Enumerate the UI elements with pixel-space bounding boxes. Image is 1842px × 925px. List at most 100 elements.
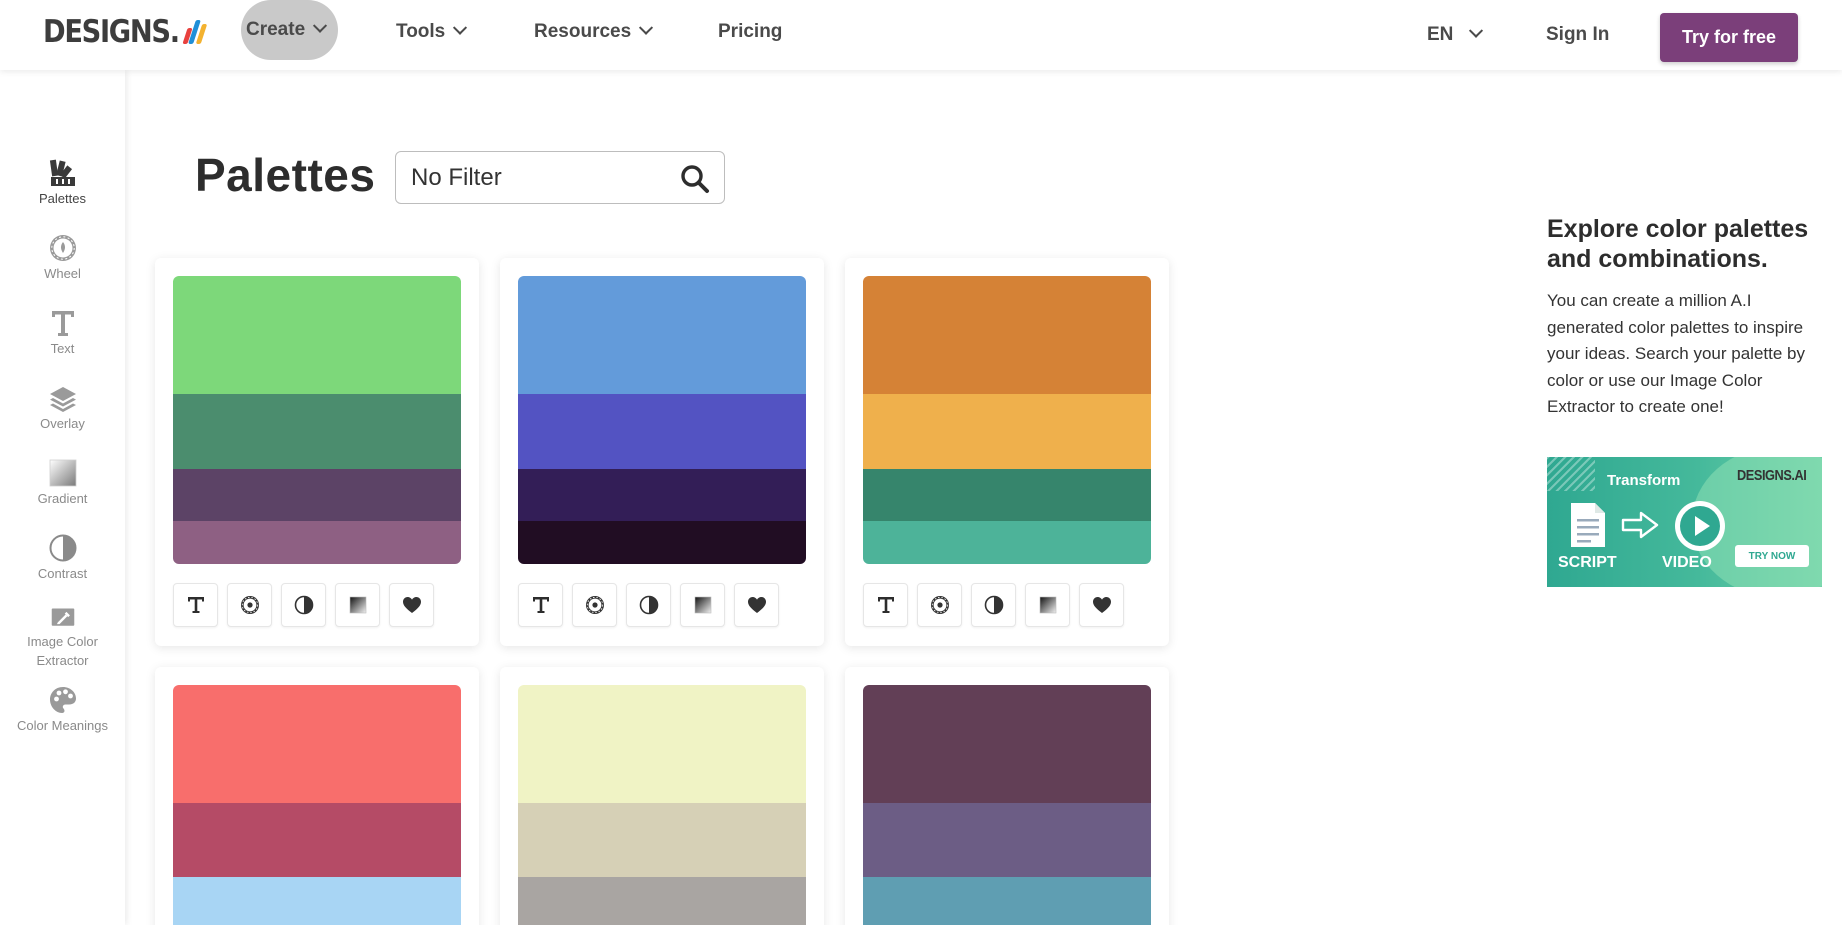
nav-pricing-label: Pricing bbox=[718, 21, 783, 42]
sidebar-item-gradient[interactable]: Gradient bbox=[0, 458, 125, 508]
color-swatch[interactable] bbox=[518, 394, 806, 469]
arrow-right-icon bbox=[1621, 511, 1659, 539]
nav-pricing[interactable]: Pricing bbox=[718, 14, 782, 50]
sidebar-item-wheel[interactable]: Wheel bbox=[0, 233, 125, 283]
language-selector[interactable]: EN bbox=[1427, 17, 1484, 53]
palette-swatches[interactable] bbox=[173, 276, 461, 564]
designs-ai-logo[interactable]: DESIGNS. bbox=[43, 14, 209, 50]
palette-actions bbox=[518, 583, 779, 627]
contrast-icon bbox=[293, 594, 315, 616]
color-wheel-icon bbox=[49, 235, 76, 261]
color-wheel-action-button[interactable] bbox=[572, 583, 617, 627]
color-swatch[interactable] bbox=[518, 877, 806, 925]
heart-action-button[interactable] bbox=[734, 583, 779, 627]
palette-card[interactable] bbox=[845, 667, 1169, 925]
palette-filter-input[interactable]: No Filter bbox=[395, 151, 725, 204]
palette-card[interactable] bbox=[845, 258, 1169, 646]
color-swatch[interactable] bbox=[863, 394, 1151, 469]
promo-brand-logo: DESIGNS.AI bbox=[1737, 467, 1807, 484]
palette-actions bbox=[173, 583, 434, 627]
color-swatch[interactable] bbox=[518, 521, 806, 564]
sidebar-label-image-color: Image Color bbox=[27, 634, 98, 649]
heart-action-button[interactable] bbox=[1079, 583, 1124, 627]
gradient-action-button[interactable] bbox=[1025, 583, 1070, 627]
color-swatch[interactable] bbox=[518, 685, 806, 803]
color-swatch[interactable] bbox=[863, 803, 1151, 877]
heart-action-button[interactable] bbox=[389, 583, 434, 627]
sidebar-item-text[interactable]: Text bbox=[0, 308, 125, 358]
gradient-action-button[interactable] bbox=[335, 583, 380, 627]
text-action-button[interactable] bbox=[863, 583, 908, 627]
nav-tools-label: Tools bbox=[396, 21, 446, 42]
sidebar-label-wheel: Wheel bbox=[44, 266, 81, 281]
color-swatch[interactable] bbox=[863, 469, 1151, 521]
color-wheel-icon bbox=[929, 594, 951, 616]
sidebar-item-color-meanings[interactable]: Color Meanings bbox=[0, 685, 125, 735]
play-icon bbox=[1675, 501, 1725, 551]
text-action-button[interactable] bbox=[173, 583, 218, 627]
nav-resources[interactable]: Resources bbox=[534, 14, 654, 50]
try-for-free-button[interactable]: Try for free bbox=[1660, 13, 1798, 62]
sidebar-label-gradient: Gradient bbox=[37, 491, 88, 506]
nav-create-label: Create bbox=[246, 19, 306, 40]
document-icon bbox=[1571, 503, 1605, 547]
sidebar-item-contrast[interactable]: Contrast bbox=[0, 533, 125, 583]
color-swatch[interactable] bbox=[518, 803, 806, 877]
palette-card[interactable] bbox=[155, 258, 479, 646]
gradient-icon bbox=[49, 459, 76, 487]
color-wheel-action-button[interactable] bbox=[917, 583, 962, 627]
color-swatch[interactable] bbox=[173, 803, 461, 877]
gradient-action-button[interactable] bbox=[680, 583, 725, 627]
gradient-icon bbox=[1037, 594, 1059, 616]
sidebar-label-palettes: Palettes bbox=[39, 191, 86, 206]
color-swatch[interactable] bbox=[518, 276, 806, 394]
color-wheel-action-button[interactable] bbox=[227, 583, 272, 627]
color-swatch[interactable] bbox=[173, 469, 461, 521]
sign-in-link[interactable]: Sign In bbox=[1546, 17, 1609, 53]
color-swatch[interactable] bbox=[518, 469, 806, 521]
gradient-icon bbox=[347, 594, 369, 616]
color-swatch[interactable] bbox=[173, 276, 461, 394]
palette-swatches[interactable] bbox=[863, 276, 1151, 564]
sidebar-item-image-color-extractor[interactable]: Image Color Extractor bbox=[0, 605, 125, 670]
color-swatch[interactable] bbox=[173, 877, 461, 925]
text-icon bbox=[185, 594, 207, 616]
sidebar-label-extractor: Extractor bbox=[36, 653, 89, 668]
contrast-action-button[interactable] bbox=[626, 583, 671, 627]
palette-swatches[interactable] bbox=[518, 276, 806, 564]
layers-icon bbox=[49, 387, 76, 412]
color-swatch[interactable] bbox=[863, 521, 1151, 564]
color-swatch[interactable] bbox=[173, 521, 461, 564]
palette-card[interactable] bbox=[155, 667, 479, 925]
contrast-action-button[interactable] bbox=[971, 583, 1016, 627]
nav-create[interactable]: Create bbox=[241, 0, 338, 60]
sidebar-item-overlay[interactable]: Overlay bbox=[0, 383, 125, 433]
color-wheel-icon bbox=[584, 594, 606, 616]
color-swatch[interactable] bbox=[863, 877, 1151, 925]
chevron-down-icon bbox=[639, 20, 654, 35]
top-navbar: DESIGNS. Create Tools Resources Pricing … bbox=[0, 0, 1842, 70]
chevron-down-icon bbox=[453, 20, 468, 35]
text-action-button[interactable] bbox=[518, 583, 563, 627]
text-icon bbox=[530, 594, 552, 616]
palette-swatches[interactable] bbox=[863, 685, 1151, 925]
color-swatch[interactable] bbox=[863, 685, 1151, 803]
sidebar-item-palettes[interactable]: Palettes bbox=[0, 158, 125, 208]
color-wheel-icon bbox=[239, 594, 261, 616]
color-swatch[interactable] bbox=[173, 685, 461, 803]
transform-promo-banner[interactable]: Transform DESIGNS.AI SCRIPT VIDEO TRY NO… bbox=[1547, 457, 1822, 587]
logo-ai-mark-icon bbox=[182, 18, 209, 46]
palette-swatches[interactable] bbox=[518, 685, 806, 925]
palette-card[interactable] bbox=[500, 667, 824, 925]
try-now-button[interactable]: TRY NOW bbox=[1735, 545, 1809, 567]
chevron-down-icon bbox=[313, 18, 328, 33]
palette-card[interactable] bbox=[500, 258, 824, 646]
search-icon[interactable] bbox=[680, 164, 710, 194]
palette-swatches[interactable] bbox=[173, 685, 461, 925]
sidebar-label-overlay: Overlay bbox=[40, 416, 85, 431]
palette-actions bbox=[863, 583, 1124, 627]
contrast-action-button[interactable] bbox=[281, 583, 326, 627]
nav-tools[interactable]: Tools bbox=[396, 14, 468, 50]
color-swatch[interactable] bbox=[173, 394, 461, 469]
color-swatch[interactable] bbox=[863, 276, 1151, 394]
